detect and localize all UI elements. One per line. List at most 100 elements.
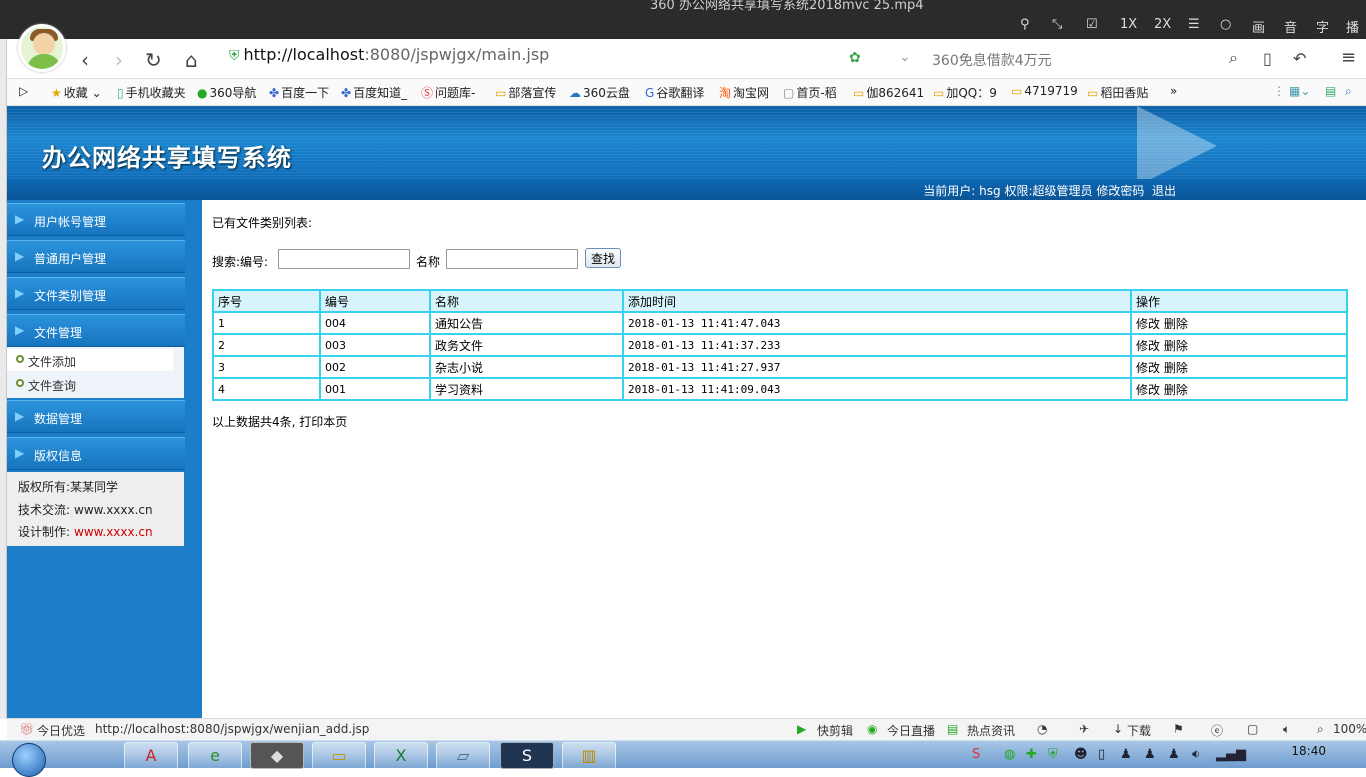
shield-icon[interactable]: ⛨	[1048, 747, 1058, 762]
speed-icon[interactable]: ◔	[1037, 722, 1047, 736]
bulb-icon[interactable]: ○	[1220, 17, 1231, 32]
bookmark-tribe[interactable]: ▭ 部落宣传	[495, 84, 556, 101]
status-live[interactable]: 今日直播	[887, 722, 935, 739]
picture-button[interactable]: 画	[1252, 17, 1265, 36]
network-icon[interactable]: ▂▄▆	[1216, 747, 1246, 762]
pin-icon[interactable]: ✈	[1079, 722, 1089, 736]
bookmark-folder-4[interactable]: ▭ 稻田香贴	[1087, 84, 1148, 101]
sidebar-item-file-management[interactable]: ▶ 文件管理	[7, 314, 185, 347]
apps-icon[interactable]: ▦⌄	[1289, 84, 1310, 98]
taskbar-app-database[interactable]: ▥	[562, 742, 616, 769]
bookmark-folder-2[interactable]: ▭ 加QQ：9	[933, 84, 997, 101]
bookmark-360nav[interactable]: ● 360导航	[197, 84, 256, 101]
more-icon[interactable]: ⋮	[1273, 84, 1285, 98]
clock[interactable]: 18:40	[1291, 744, 1326, 758]
bookmarks-overflow[interactable]: »	[1170, 84, 1177, 98]
avatar[interactable]	[18, 24, 66, 72]
bookmark-taobao[interactable]: 淘淘宝网	[719, 84, 769, 101]
bookmark-mobile[interactable]: ▯ 手机收藏夹	[117, 84, 186, 101]
status-clip[interactable]: 快剪辑	[817, 722, 853, 739]
taskbar-app-editor[interactable]: ▱	[436, 742, 490, 769]
refresh-icon[interactable]: ↻	[145, 48, 162, 72]
volume-tray-icon[interactable]: 🔉︎	[1192, 747, 1200, 762]
daily-picks[interactable]: 今日优选	[37, 722, 85, 739]
search-id-input[interactable]	[278, 249, 410, 269]
forward-icon[interactable]: ›	[115, 48, 123, 72]
ie-icon[interactable]: ⓔ	[1211, 722, 1223, 739]
edit-link[interactable]: 修改	[1136, 339, 1160, 353]
bookmark-folder-1[interactable]: ▭ 伽862641	[853, 84, 924, 101]
wechat-icon[interactable]: ◍	[1004, 747, 1015, 762]
print-link[interactable]: 打印本页	[299, 415, 347, 429]
sidebar-toggle-icon[interactable]: ▷	[19, 84, 28, 98]
speed-2x-button[interactable]: 2X	[1154, 17, 1171, 32]
speed-1x-button[interactable]: 1X	[1120, 17, 1137, 32]
clipboard-icon[interactable]: ▯	[1098, 747, 1105, 762]
status-download[interactable]: 下载	[1127, 722, 1151, 739]
home-icon[interactable]: ⌂	[185, 48, 198, 72]
search-name-input[interactable]	[446, 249, 578, 269]
delete-link[interactable]: 删除	[1164, 361, 1188, 375]
tablet-icon[interactable]: ▯	[1263, 49, 1272, 68]
find-button[interactable]: 查找	[585, 248, 622, 268]
zoom-level[interactable]: 100%	[1333, 722, 1366, 736]
bookmark-favorites[interactable]: ★ 收藏 ⌄	[51, 84, 102, 101]
delete-link[interactable]: 删除	[1164, 383, 1188, 397]
bookmark-home-daotian[interactable]: ▢ 首页-稻	[783, 84, 837, 101]
play-button[interactable]: 播	[1346, 17, 1359, 36]
qq-icon-3[interactable]: ♟	[1168, 747, 1180, 762]
submenu-item-file-query[interactable]: 文件查询	[7, 373, 173, 395]
subtitle-button[interactable]: 字	[1316, 17, 1329, 36]
bookmark-baidu[interactable]: ✤ 百度一下	[269, 84, 329, 101]
taskbar-app-excel[interactable]: X	[374, 742, 428, 769]
edit-link[interactable]: 修改	[1136, 361, 1160, 375]
extension-icon[interactable]: ✿	[849, 50, 861, 66]
design-link[interactable]: www.xxxx.cn	[74, 525, 153, 539]
sogou-icon[interactable]: S	[972, 747, 980, 762]
change-password-link[interactable]: 修改密码	[1096, 184, 1144, 198]
sidebar-item-normal-users[interactable]: ▶ 普通用户管理	[7, 240, 185, 273]
reader-icon[interactable]: ▤	[1325, 84, 1336, 98]
back-icon[interactable]: ‹	[81, 48, 89, 72]
sidebar-item-copyright[interactable]: ▶ 版权信息	[7, 437, 185, 470]
search-input[interactable]: 360免息借款4万元 ⌕	[927, 45, 1257, 73]
status-news[interactable]: 热点资讯	[967, 722, 1015, 739]
dropdown-icon[interactable]: ⌄	[899, 49, 911, 65]
search-icon[interactable]: ⌕	[1229, 48, 1238, 68]
sidebar-item-user-accounts[interactable]: ▶ 用户帐号管理	[7, 203, 185, 236]
audio-button[interactable]: 音	[1284, 17, 1297, 36]
sidebar-item-file-categories[interactable]: ▶ 文件类别管理	[7, 277, 185, 310]
checkbox-icon[interactable]: ☑	[1086, 17, 1098, 32]
expand-icon[interactable]: ⤡	[1052, 17, 1062, 32]
window-icon[interactable]: ▢	[1247, 722, 1258, 736]
undo-icon[interactable]: ↶	[1293, 49, 1306, 68]
plus-icon[interactable]: ✚	[1026, 747, 1037, 762]
bookmark-translate[interactable]: G 谷歌翻译	[645, 84, 704, 101]
logout-link[interactable]: 退出	[1152, 184, 1176, 198]
submenu-item-file-add[interactable]: 文件添加	[7, 349, 173, 371]
pet-icon[interactable]: ☻	[1074, 747, 1088, 762]
delete-link[interactable]: 删除	[1164, 339, 1188, 353]
volume-icon[interactable]: 🔈︎	[1283, 722, 1290, 737]
list-icon[interactable]: ☰	[1188, 17, 1200, 32]
sidebar-item-data-management[interactable]: ▶ 数据管理	[7, 400, 185, 433]
taskbar-app-pdf[interactable]: A	[124, 742, 178, 769]
zoom-search-icon[interactable]: ⌕	[1345, 84, 1352, 99]
flag-icon[interactable]: ⚑	[1173, 722, 1184, 736]
edit-link[interactable]: 修改	[1136, 317, 1160, 331]
edit-link[interactable]: 修改	[1136, 383, 1160, 397]
bookmark-question[interactable]: Ⓢ 问题库-	[421, 84, 475, 101]
menu-icon[interactable]: ≡	[1341, 47, 1356, 68]
bookmark-360cloud[interactable]: ☁ 360云盘	[569, 84, 630, 101]
qq-icon-2[interactable]: ♟	[1144, 747, 1156, 762]
bookmark-folder-3[interactable]: ▭ 4719719	[1011, 84, 1078, 98]
start-button[interactable]	[12, 743, 46, 777]
taskbar-app-game[interactable]: ◆	[250, 742, 304, 769]
address-bar[interactable]: ⛨ http://localhost:8080/jspwjgx/main.jsp	[229, 45, 829, 73]
delete-link[interactable]: 删除	[1164, 317, 1188, 331]
taskbar-app-explorer[interactable]: ▭	[312, 742, 366, 769]
bookmark-baidu-zhidao[interactable]: ✤ 百度知道_	[341, 84, 407, 101]
taskbar-app-browser[interactable]: e	[188, 742, 242, 769]
qq-icon[interactable]: ♟	[1120, 747, 1132, 762]
pin-icon[interactable]: ⚲	[1020, 17, 1030, 32]
